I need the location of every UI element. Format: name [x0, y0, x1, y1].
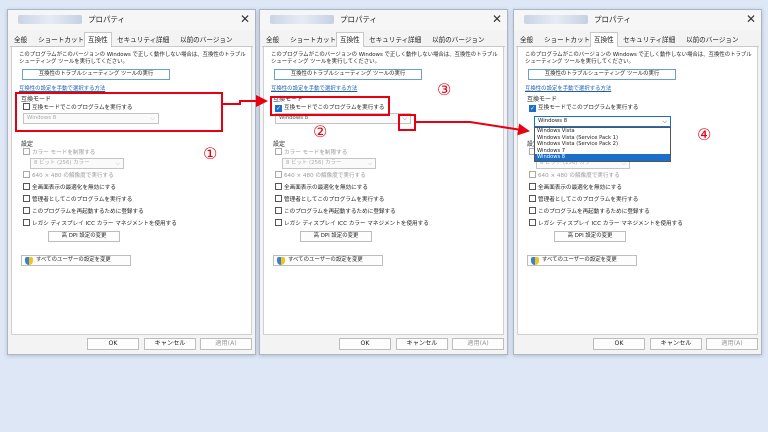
arrow-step3-to-step4	[416, 121, 530, 136]
annotation-arrows	[223, 95, 530, 136]
step-marker-3: ③	[437, 80, 452, 99]
step-marker-1: ①	[203, 144, 218, 163]
step-marker-4: ④	[697, 125, 712, 144]
arrow-step1-to-step2	[223, 95, 268, 107]
step-marker-2: ②	[313, 122, 328, 141]
